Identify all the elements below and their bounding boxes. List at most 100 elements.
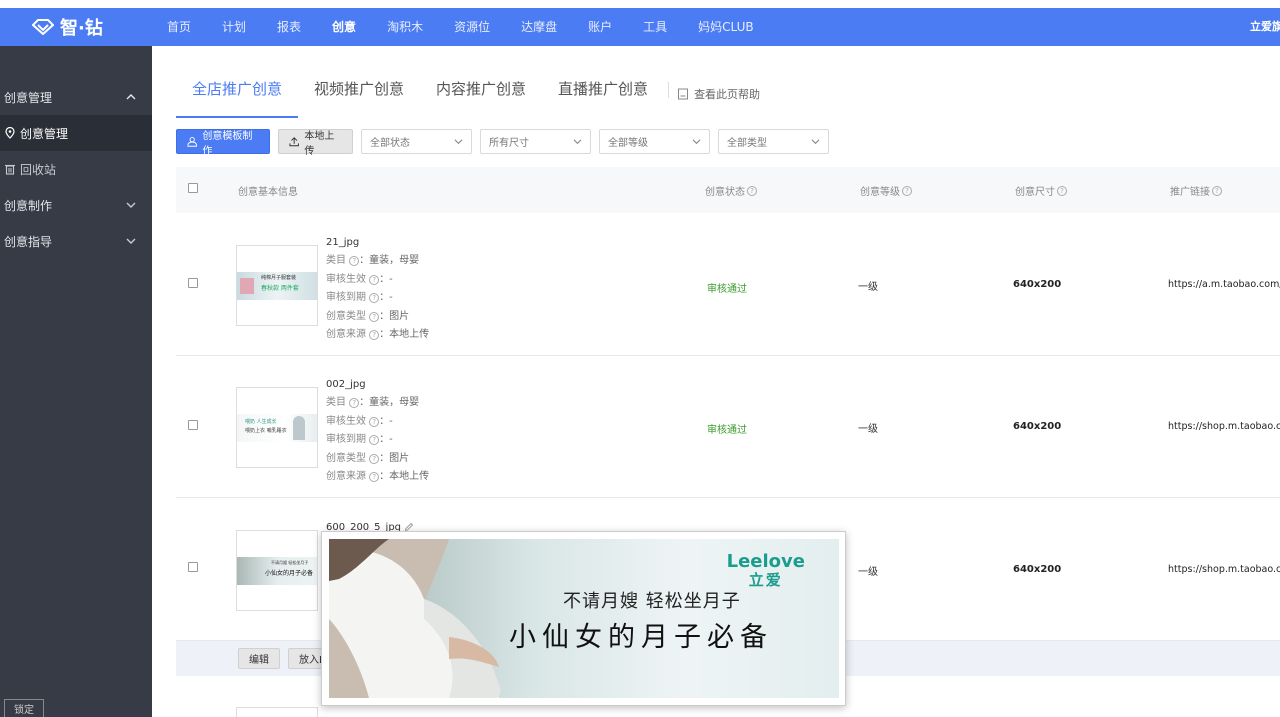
header-label: 创意基本信息 [238, 187, 298, 198]
header-label: 创意尺寸 [1015, 187, 1055, 198]
creative-template-button[interactable]: 创意模板制作 [176, 129, 270, 157]
sidebar-group-creative-manage[interactable]: 创意管理 [0, 79, 152, 115]
person-icon [187, 136, 197, 147]
creative-level: 一级 [858, 282, 878, 293]
help-circle-icon[interactable]: ? [369, 472, 380, 483]
creative-info: 002_jpg 类目 ? ：童装，母婴 审核生效 ? ：- 审核到期 ? ：- 创意类… [326, 376, 429, 486]
local-upload-label: 本地上传 [304, 130, 335, 157]
field-label: 审核到期 [326, 292, 366, 304]
tab-live-creative[interactable]: 直播推广创意 [542, 70, 664, 118]
tab-shop-creative[interactable]: 全店推广创意 [176, 70, 299, 118]
nav-item-resources[interactable]: 资源位 [439, 8, 506, 46]
tab-video-creative[interactable]: 视频推广创意 [298, 70, 420, 118]
row-checkbox[interactable] [188, 278, 198, 288]
edit-button[interactable]: 编辑 [238, 648, 280, 669]
creative-thumbnail[interactable]: 喂奶 人生成长 喂奶上衣 哺乳睡衣 [236, 387, 318, 468]
field-value: ：童装，母婴 [359, 255, 420, 267]
thumbnail-banner: 不请月嫂 轻松坐月子 小仙女的月子必备 [237, 557, 317, 585]
field-value: ：本地上传 [379, 329, 430, 341]
sidebar-item-creative-manage[interactable]: 创意管理 [0, 115, 152, 151]
select-all-checkbox[interactable] [188, 183, 198, 193]
level-filter-select[interactable]: 全部等级 [599, 129, 710, 154]
creative-category: 类目 ? ：童装，母婴 [326, 394, 429, 412]
creative-thumbnail[interactable] [236, 707, 318, 717]
header-status: 创意状态? [705, 183, 757, 198]
logo[interactable]: 智·钻 [0, 8, 152, 46]
tab-content-creative[interactable]: 内容推广创意 [420, 70, 542, 118]
toolbar: 创意模板制作 本地上传 全部状态 所有尺寸 全部等级 全部类型 [176, 129, 829, 157]
chevron-up-icon [126, 94, 136, 100]
table-header: 创意基本信息 创意状态? 创意等级? 创意尺寸? 推广链接? [176, 167, 1280, 213]
table-row[interactable]: 纯棉月子服套装 春秋款 两件套 21_jpg 类目 ? ：童装，母婴 审核生效 ?… [176, 214, 1280, 356]
status-filter-select[interactable]: 全部状态 [361, 129, 472, 154]
type-filter-select[interactable]: 全部类型 [718, 129, 829, 154]
nav-items: 首页 计划 报表 创意 淘积木 资源位 达摩盘 账户 工具 妈妈CLUB [152, 8, 770, 46]
trash-icon [5, 164, 15, 175]
promo-link[interactable]: https://a.m.taobao.com/i54 [1168, 279, 1280, 290]
nav-item-home[interactable]: 首页 [152, 8, 207, 46]
help-circle-icon[interactable]: ? [369, 274, 380, 285]
help-circle-icon[interactable]: ? [1057, 185, 1067, 196]
thumbnail-text: 喂奶上衣 哺乳睡衣 [245, 428, 287, 434]
creative-type: 创意类型 ? ：图片 [326, 450, 429, 468]
nav-item-report[interactable]: 报表 [262, 8, 317, 46]
field-label: 审核到期 [326, 434, 366, 446]
user-name[interactable]: 立爱旗 [1250, 8, 1280, 46]
field-value: ：- [379, 292, 393, 304]
field-value: ：本地上传 [379, 471, 430, 483]
nav-item-blocks[interactable]: 淘积木 [372, 8, 439, 46]
help-circle-icon[interactable]: ? [369, 311, 380, 322]
diamond-logo-icon [32, 19, 54, 35]
help-circle-icon[interactable]: ? [369, 416, 380, 427]
help-circle-icon[interactable]: ? [349, 256, 360, 267]
help-circle-icon[interactable]: ? [902, 185, 912, 196]
field-value: ：- [379, 273, 393, 285]
size-filter-select[interactable]: 所有尺寸 [480, 129, 591, 154]
sidebar-group-creative-guide[interactable]: 创意指导 [0, 223, 152, 259]
chevron-down-icon [692, 139, 701, 145]
thumbnail-photo [293, 416, 305, 440]
lock-button[interactable]: 锁定 [4, 699, 44, 717]
row-checkbox[interactable] [188, 562, 198, 572]
sidebar-group-label: 创意管理 [4, 90, 53, 105]
creative-preview-popup: Leelove 立爱 不请月嫂 轻松坐月子 小仙女的月子必备 [321, 531, 846, 706]
thumbnail-text: 纯棉月子服套装 [261, 275, 297, 281]
nav-item-account[interactable]: 账户 [573, 8, 628, 46]
field-label: 类目 [326, 255, 346, 267]
help-circle-icon[interactable]: ? [349, 398, 360, 409]
nav-item-tools[interactable]: 工具 [628, 8, 683, 46]
field-label: 创意类型 [326, 310, 366, 322]
help-link[interactable]: 查看此页帮助 [677, 75, 760, 113]
nav-item-dmp[interactable]: 达摩盘 [506, 8, 573, 46]
nav-item-creative[interactable]: 创意 [317, 8, 372, 46]
creative-size: 640x200 [1013, 564, 1062, 575]
status-badge: 审核通过 [707, 425, 747, 436]
sidebar-item-recycle-bin[interactable]: 回收站 [0, 151, 152, 187]
creative-info: 21_jpg 类目 ? ：童装，母婴 审核生效 ? ：- 审核到期 ? ：- 创意类型… [326, 234, 429, 344]
nav-item-club[interactable]: 妈妈CLUB [683, 8, 769, 46]
creative-source: 创意来源 ? ：本地上传 [326, 468, 429, 486]
chevron-down-icon [811, 139, 820, 145]
creative-thumbnail[interactable]: 不请月嫂 轻松坐月子 小仙女的月子必备 [236, 530, 318, 611]
creative-category: 类目 ? ：童装，母婴 [326, 252, 429, 270]
help-circle-icon[interactable]: ? [369, 453, 380, 464]
help-circle-icon[interactable]: ? [369, 435, 380, 446]
help-circle-icon[interactable]: ? [369, 330, 380, 341]
local-upload-button[interactable]: 本地上传 [278, 129, 353, 157]
nav-item-plan[interactable]: 计划 [207, 8, 262, 46]
row-checkbox[interactable] [188, 420, 198, 430]
sidebar-group-creative-make[interactable]: 创意制作 [0, 187, 152, 223]
field-value: ：童装，母婴 [359, 397, 420, 409]
promo-link[interactable]: https://shop.m.taobao.com [1168, 421, 1280, 432]
table-row[interactable]: 喂奶 人生成长 喂奶上衣 哺乳睡衣 002_jpg 类目 ? ：童装，母婴 审核生… [176, 356, 1280, 498]
help-circle-icon[interactable]: ? [1212, 185, 1222, 196]
creative-thumbnail[interactable]: 纯棉月子服套装 春秋款 两件套 [236, 245, 318, 326]
creative-template-label: 创意模板制作 [202, 130, 253, 157]
creative-level: 一级 [858, 567, 878, 578]
help-circle-icon[interactable]: ? [747, 185, 757, 196]
status-badge: 审核通过 [707, 284, 747, 295]
sidebar-item-label: 创意管理 [20, 126, 69, 141]
promo-link[interactable]: https://shop.m.taobao.com [1168, 564, 1280, 575]
field-value: ：图片 [379, 310, 410, 322]
help-circle-icon[interactable]: ? [369, 293, 380, 304]
